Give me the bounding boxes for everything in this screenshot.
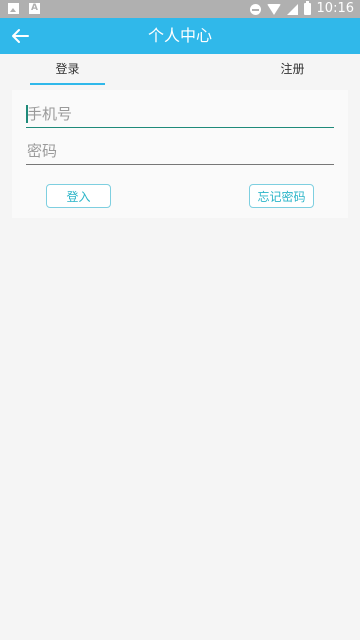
signal-icon xyxy=(286,3,298,15)
app-bar: 个人中心 xyxy=(0,18,360,54)
battery-icon xyxy=(303,1,311,15)
tab-bar: 登录 注册 xyxy=(0,54,360,86)
password-field-container xyxy=(26,138,334,165)
forgot-password-button[interactable]: 忘记密码 xyxy=(249,184,314,208)
status-time: 10:16 xyxy=(316,1,354,16)
tab-login[interactable]: 登录 xyxy=(30,54,105,86)
text-cursor xyxy=(26,105,28,123)
tab-register[interactable]: 注册 xyxy=(255,54,330,86)
password-input[interactable] xyxy=(26,138,334,164)
image-icon xyxy=(8,3,19,14)
login-form: 登入 忘记密码 xyxy=(12,90,348,218)
login-button[interactable]: 登入 xyxy=(46,184,111,208)
wifi-icon xyxy=(266,3,281,15)
phone-field-container xyxy=(26,101,334,128)
text-a-icon: A xyxy=(29,3,40,14)
do-not-disturb-icon xyxy=(249,3,261,15)
phone-input[interactable] xyxy=(26,101,334,127)
page-title: 个人中心 xyxy=(147,26,212,45)
tab-indicator xyxy=(30,83,105,85)
status-bar: A 10:16 xyxy=(0,0,360,18)
